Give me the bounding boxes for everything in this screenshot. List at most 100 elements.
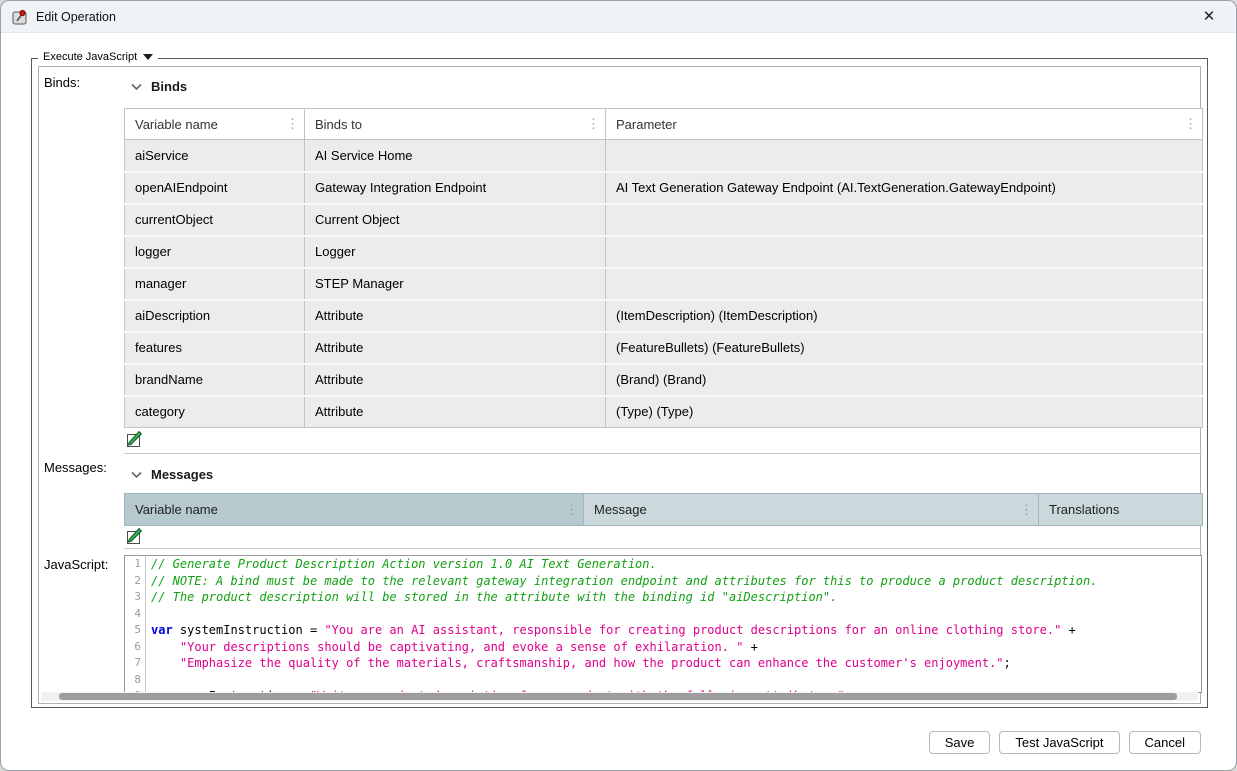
table-cell[interactable]: AI Service Home: [305, 140, 606, 172]
messages-section-divider: [124, 548, 1202, 549]
save-button[interactable]: Save: [929, 731, 991, 754]
line-number: 7: [125, 655, 145, 672]
binds-section-divider: [124, 453, 1202, 454]
table-cell[interactable]: [606, 236, 1203, 268]
editor-code[interactable]: // Generate Product Description Action v…: [146, 556, 1201, 692]
table-cell[interactable]: Logger: [305, 236, 606, 268]
code-line[interactable]: "Emphasize the quality of the materials,…: [151, 655, 1201, 672]
javascript-editor[interactable]: 123456789 // Generate Product Descriptio…: [124, 555, 1202, 693]
header-parameter[interactable]: Parameter ⋮: [606, 109, 1203, 140]
table-cell[interactable]: Attribute: [305, 332, 606, 364]
table-cell[interactable]: [606, 140, 1203, 172]
table-cell[interactable]: Gateway Integration Endpoint: [305, 172, 606, 204]
line-number: 2: [125, 573, 145, 590]
binds-field-label: Binds:: [44, 75, 80, 90]
cancel-button[interactable]: Cancel: [1129, 731, 1201, 754]
line-number: 4: [125, 606, 145, 623]
dialog-buttons: Save Test JavaScript Cancel: [929, 731, 1201, 754]
app-icon: [11, 8, 29, 26]
table-cell[interactable]: logger: [125, 236, 305, 268]
scroll-panel: Binds: Messages: JavaScript: Binds Varia…: [38, 66, 1201, 704]
table-row[interactable]: currentObjectCurrent Object: [125, 204, 1203, 236]
header-message[interactable]: Message ⋮: [584, 494, 1039, 526]
window-title: Edit Operation: [36, 10, 116, 24]
table-row[interactable]: openAIEndpointGateway Integration Endpoi…: [125, 172, 1203, 204]
scrollbar-thumb[interactable]: [59, 693, 1177, 700]
javascript-field-label: JavaScript:: [44, 557, 108, 572]
table-row[interactable]: aiDescriptionAttribute(ItemDescription) …: [125, 300, 1203, 332]
messages-section-heading[interactable]: Messages: [131, 467, 213, 482]
table-cell[interactable]: category: [125, 396, 305, 428]
column-menu-icon[interactable]: ⋮: [565, 505, 578, 515]
table-cell[interactable]: AI Text Generation Gateway Endpoint (AI.…: [606, 172, 1203, 204]
code-line[interactable]: [151, 672, 1201, 689]
table-cell[interactable]: (Brand) (Brand): [606, 364, 1203, 396]
table-cell[interactable]: manager: [125, 268, 305, 300]
horizontal-scrollbar[interactable]: [41, 692, 1198, 701]
header-translations[interactable]: Translations: [1039, 494, 1203, 526]
table-row[interactable]: aiServiceAI Service Home: [125, 140, 1203, 172]
line-number: 5: [125, 622, 145, 639]
group-legend-label: Execute JavaScript: [43, 51, 137, 63]
table-cell[interactable]: features: [125, 332, 305, 364]
line-number: 8: [125, 672, 145, 689]
table-cell[interactable]: [606, 204, 1203, 236]
table-cell[interactable]: [606, 268, 1203, 300]
chevron-down-icon: [131, 467, 142, 482]
table-cell[interactable]: STEP Manager: [305, 268, 606, 300]
header-variable-name[interactable]: Variable name ⋮: [125, 494, 584, 526]
column-menu-icon[interactable]: ⋮: [286, 119, 299, 129]
execute-javascript-group: Execute JavaScript Binds: Messages: Java…: [31, 58, 1208, 708]
column-menu-icon[interactable]: ⋮: [587, 119, 600, 129]
code-line[interactable]: // NOTE: A bind must be made to the rele…: [151, 573, 1201, 590]
chevron-down-icon: [131, 79, 142, 94]
table-row[interactable]: featuresAttribute(FeatureBullets) (Featu…: [125, 332, 1203, 364]
code-line[interactable]: // Generate Product Description Action v…: [151, 556, 1201, 573]
test-javascript-button[interactable]: Test JavaScript: [999, 731, 1119, 754]
table-row[interactable]: brandNameAttribute(Brand) (Brand): [125, 364, 1203, 396]
code-line[interactable]: "Your descriptions should be captivating…: [151, 639, 1201, 656]
binds-table-body: aiServiceAI Service HomeopenAIEndpointGa…: [125, 140, 1203, 428]
code-line[interactable]: var systemInstruction = "You are an AI a…: [151, 622, 1201, 639]
table-cell[interactable]: Current Object: [305, 204, 606, 236]
code-line[interactable]: [151, 606, 1201, 623]
table-cell[interactable]: (FeatureBullets) (FeatureBullets): [606, 332, 1203, 364]
close-icon[interactable]: ✕: [1198, 7, 1220, 27]
titlebar: Edit Operation ✕: [1, 1, 1236, 33]
messages-header-row: Variable name ⋮ Message ⋮ Translations: [125, 494, 1203, 526]
edit-operation-dialog: Edit Operation ✕ Execute JavaScript Bind…: [0, 0, 1237, 771]
line-number: 3: [125, 589, 145, 606]
code-line[interactable]: // The product description will be store…: [151, 589, 1201, 606]
messages-table: Variable name ⋮ Message ⋮ Translations: [124, 493, 1203, 526]
line-number: 6: [125, 639, 145, 656]
table-row[interactable]: loggerLogger: [125, 236, 1203, 268]
table-cell[interactable]: brandName: [125, 364, 305, 396]
edit-messages-icon[interactable]: [125, 528, 143, 546]
editor-gutter: 123456789: [125, 556, 146, 692]
table-cell[interactable]: Attribute: [305, 364, 606, 396]
column-menu-icon[interactable]: ⋮: [1184, 119, 1197, 129]
binds-header-row: Variable name ⋮ Binds to ⋮ Parameter ⋮: [125, 109, 1203, 140]
binds-table: Variable name ⋮ Binds to ⋮ Parameter ⋮: [124, 108, 1203, 428]
messages-field-label: Messages:: [44, 460, 107, 475]
line-number: 1: [125, 556, 145, 573]
group-legend[interactable]: Execute JavaScript: [38, 51, 158, 63]
table-cell[interactable]: aiDescription: [125, 300, 305, 332]
table-row[interactable]: managerSTEP Manager: [125, 268, 1203, 300]
binds-section-title: Binds: [151, 79, 187, 94]
edit-binds-icon[interactable]: [125, 431, 143, 449]
table-cell[interactable]: currentObject: [125, 204, 305, 236]
header-variable-name[interactable]: Variable name ⋮: [125, 109, 305, 140]
binds-section-heading[interactable]: Binds: [131, 79, 187, 94]
column-menu-icon[interactable]: ⋮: [1020, 505, 1033, 515]
table-cell[interactable]: (Type) (Type): [606, 396, 1203, 428]
header-binds-to[interactable]: Binds to ⋮: [305, 109, 606, 140]
table-cell[interactable]: (ItemDescription) (ItemDescription): [606, 300, 1203, 332]
table-cell[interactable]: openAIEndpoint: [125, 172, 305, 204]
table-row[interactable]: categoryAttribute(Type) (Type): [125, 396, 1203, 428]
table-cell[interactable]: Attribute: [305, 300, 606, 332]
table-cell[interactable]: aiService: [125, 140, 305, 172]
messages-section-title: Messages: [151, 467, 213, 482]
table-cell[interactable]: Attribute: [305, 396, 606, 428]
dropdown-caret-icon[interactable]: [143, 54, 153, 60]
